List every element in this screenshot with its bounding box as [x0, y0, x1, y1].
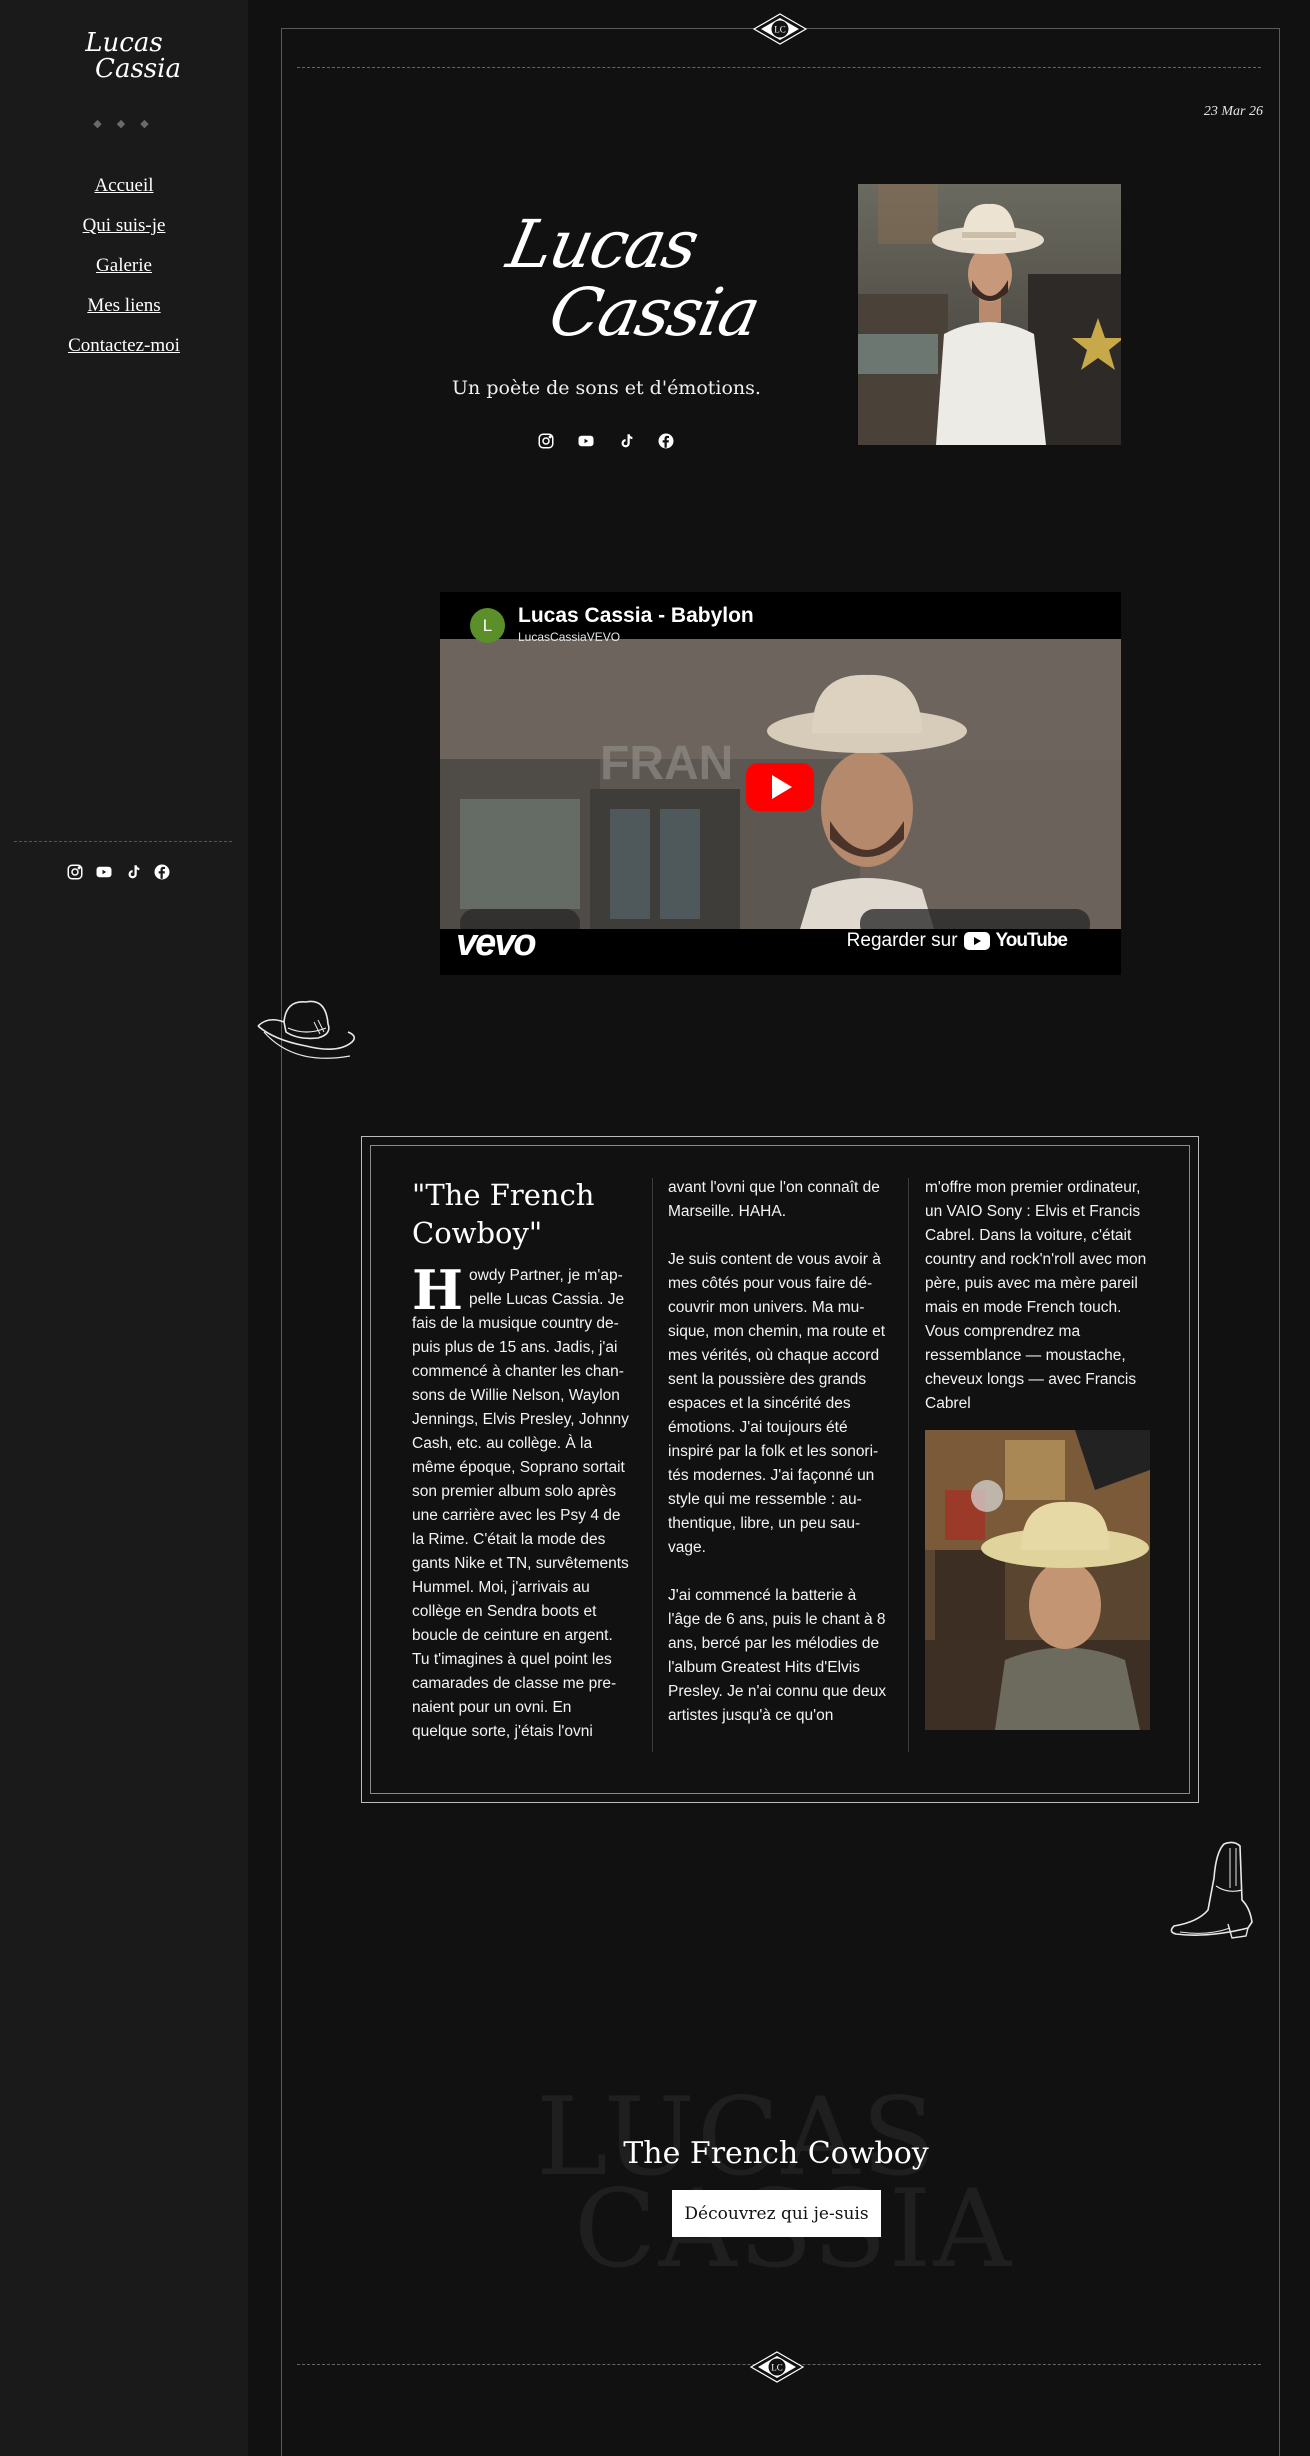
- lc-badge-text: LC: [774, 25, 786, 35]
- top-divider: [297, 67, 1261, 68]
- sidebar-logo-line2: Cassia: [95, 54, 181, 84]
- column-divider: [908, 1178, 909, 1752]
- svg-text:FRAN: FRAN: [600, 737, 733, 790]
- story-column-1: "The French Cowboy" H owdy Partner, je m…: [412, 1176, 630, 1744]
- sidebar-logo-line1: Lucas: [85, 28, 163, 58]
- video-channel-name[interactable]: LucasCassiaVEVO: [518, 630, 620, 644]
- facebook-icon[interactable]: [153, 863, 171, 881]
- hero-logo-line1: Lucas: [500, 206, 704, 283]
- instagram-icon[interactable]: [537, 432, 555, 450]
- post-date: 23 Mar 26: [1203, 104, 1263, 119]
- nav-link-mes-liens[interactable]: Mes liens: [0, 286, 248, 326]
- story-column-2: avant l'ovni que l'on connaît de Marseil…: [668, 1176, 890, 1728]
- cowboy-hat-drawing-icon: [257, 1000, 356, 1059]
- youtube-icon[interactable]: [95, 863, 113, 881]
- facebook-icon[interactable]: [657, 432, 675, 450]
- story-paragraph: avant l'ovni que l'on connaît de Marseil…: [668, 1179, 880, 1220]
- vevo-logo: vevo: [456, 922, 537, 964]
- nav-link-contactez-moi[interactable]: Contactez-moi: [0, 326, 248, 366]
- discover-about-button[interactable]: Découvrez qui je-suis: [672, 2190, 881, 2237]
- hero-logo-line2: Cassia: [542, 274, 766, 351]
- cowboy-boot-drawing-icon: [1170, 1841, 1253, 1939]
- column-divider: [652, 1178, 653, 1752]
- instagram-icon[interactable]: [66, 863, 84, 881]
- story-column-3: m'offre mon premier ordina­teur, un VAIO…: [925, 1176, 1150, 1730]
- nav-link-accueil[interactable]: Accueil: [0, 166, 248, 206]
- sidebar-logo[interactable]: Lucas Cassia: [0, 30, 248, 82]
- story-paragraph: Je suis content de vous avoir à mes côté…: [668, 1251, 886, 1556]
- story-col1-text: owdy Partner, je m'ap­pelle Lucas Cassia…: [412, 1267, 629, 1740]
- lc-badge-bottom: LC: [749, 2351, 805, 2383]
- hero-photo: [858, 184, 1121, 445]
- nav-link-galerie[interactable]: Galerie: [0, 246, 248, 286]
- video-embed[interactable]: FRAN L Lucas Cassia - Babylon LucasCassi…: [440, 592, 1121, 975]
- lc-badge-text: LC: [771, 2363, 783, 2373]
- sidebar-nav: Accueil Qui suis-je Galerie Mes liens Co…: [0, 166, 248, 366]
- cta-title: The French Cowboy: [623, 2136, 929, 2171]
- nav-link-qui-suis-je[interactable]: Qui suis-je: [0, 206, 248, 246]
- hero-logo: Lucas Cassia: [495, 200, 765, 360]
- story-paragraph: J'ai commencé la batterie à l'âge de 6 a…: [668, 1587, 887, 1724]
- sidebar-social-links: [66, 863, 171, 881]
- drop-cap: H: [412, 1258, 464, 1322]
- channel-avatar[interactable]: L: [470, 608, 505, 643]
- story-paragraph: m'offre mon premier ordina­teur, un VAIO…: [925, 1179, 1147, 1412]
- youtube-wordmark: YouTube: [995, 930, 1068, 951]
- hero-social-links: [537, 432, 675, 450]
- story-title: "The French Cowboy": [412, 1178, 595, 1250]
- sidebar-divider: [14, 841, 232, 842]
- lc-badge-top: LC: [752, 13, 808, 45]
- sidebar: Lucas Cassia ◆ ◆ ◆ Accueil Qui suis-je G…: [0, 0, 248, 2456]
- youtube-play-icon: [963, 932, 990, 950]
- story-photo: [925, 1430, 1150, 1730]
- youtube-icon[interactable]: [577, 432, 595, 450]
- diamond-ornament: ◆ ◆ ◆: [93, 118, 155, 130]
- watch-on-youtube-button[interactable]: Regarder sur YouTube: [846, 930, 1068, 952]
- video-thumbnail[interactable]: FRAN: [440, 639, 1121, 929]
- hero-tagline: Un poète de sons et d'émotions.: [452, 377, 761, 399]
- tiktok-icon[interactable]: [617, 432, 635, 450]
- video-title[interactable]: Lucas Cassia - Babylon: [518, 604, 754, 628]
- watch-on-label: Regarder sur: [846, 930, 958, 951]
- tiktok-icon[interactable]: [124, 863, 142, 881]
